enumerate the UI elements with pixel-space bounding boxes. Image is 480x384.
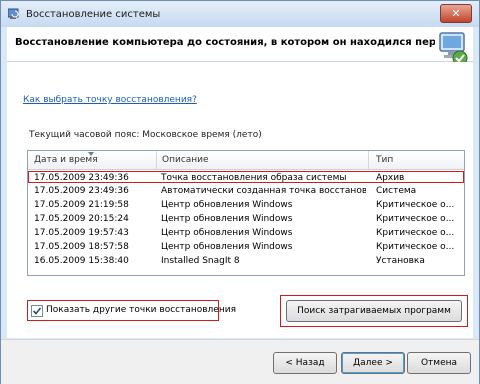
- cell-description: Центр обновления Windows: [161, 200, 293, 210]
- cell-date: 17.05.2009 18:57:58: [34, 242, 129, 252]
- table-row[interactable]: 17.05.2009 18:57:58 Центр обновления Win…: [28, 241, 464, 253]
- column-divider: [368, 151, 369, 169]
- footer-bar: < Назад Далее > Отмена: [1, 339, 479, 384]
- show-more-highlight: Показать другие точки восстановления: [27, 300, 236, 321]
- timezone-label: Текущий часовой пояс: Московское время (…: [29, 130, 262, 140]
- system-restore-icon: [8, 8, 19, 19]
- cell-date: 17.05.2009 21:19:58: [34, 200, 129, 210]
- cell-type: Критическое о...: [376, 200, 455, 210]
- table-row[interactable]: 17.05.2009 21:19:58 Центр обновления Win…: [28, 199, 464, 211]
- checkmark-icon: [32, 307, 42, 315]
- cell-type: Критическое о...: [376, 214, 455, 224]
- table-row-selected[interactable]: 17.05.2009 23:49:36 Точка восстановления…: [28, 171, 464, 183]
- sort-arrow-icon: [88, 152, 94, 156]
- cell-type: Система: [376, 186, 417, 196]
- cell-type: Архив: [376, 173, 405, 183]
- cell-date: 17.05.2009 20:15:24: [34, 214, 129, 224]
- cell-description: Центр обновления Windows: [161, 214, 293, 224]
- cell-date: 17.05.2009 23:49:36: [34, 186, 129, 196]
- column-header-type[interactable]: Тип: [376, 155, 393, 165]
- scan-affected-programs-button[interactable]: Поиск затрагиваемых программ: [286, 300, 462, 322]
- cell-date: 17.05.2009 19:57:43: [34, 228, 129, 238]
- column-header-description[interactable]: Описание: [162, 155, 209, 165]
- restore-points-table: Дата и время Описание Тип 17.05.2009 23:…: [27, 150, 465, 276]
- cell-type: Критическое о...: [376, 242, 455, 252]
- show-more-label[interactable]: Показать другие точки восстановления: [46, 305, 236, 315]
- cell-description: Точка восстановления образа системы: [161, 173, 347, 183]
- cancel-button[interactable]: Отмена: [407, 352, 471, 374]
- cell-type: Критическое о...: [376, 228, 455, 238]
- cell-date: 16.05.2009 15:38:40: [34, 256, 129, 266]
- window-title: Восстановление системы: [26, 9, 161, 20]
- header-instruction: Восстановление компьютера до состояния, …: [15, 37, 435, 48]
- cell-description: Installed SnagIt 8: [161, 256, 240, 266]
- table-header: Дата и время Описание Тип: [28, 151, 464, 170]
- cell-description: Центр обновления Windows: [161, 228, 293, 238]
- system-restore-window: Восстановление системы ✕ Восстановление …: [0, 0, 480, 384]
- cell-description: Автоматически созданная точка восстановл…: [161, 186, 366, 196]
- column-header-date[interactable]: Дата и время: [34, 155, 98, 165]
- next-button[interactable]: Далее >: [341, 352, 405, 374]
- table-row[interactable]: 17.05.2009 19:57:43 Центр обновления Win…: [28, 227, 464, 239]
- table-row[interactable]: 17.05.2009 23:49:36 Автоматически создан…: [28, 185, 464, 197]
- cell-description: Центр обновления Windows: [161, 242, 293, 252]
- cell-date: 17.05.2009 23:49:36: [34, 173, 129, 183]
- header-band: Восстановление компьютера до состояния, …: [7, 27, 473, 66]
- column-divider: [156, 151, 157, 169]
- table-row[interactable]: 17.05.2009 20:15:24 Центр обновления Win…: [28, 213, 464, 225]
- close-button[interactable]: ✕: [440, 4, 472, 23]
- table-row[interactable]: 16.05.2009 15:38:40 Installed SnagIt 8 У…: [28, 255, 464, 267]
- show-more-checkbox[interactable]: [31, 305, 43, 317]
- cell-type: Установка: [376, 256, 425, 266]
- scan-highlight: Поиск затрагиваемых программ: [280, 295, 468, 327]
- title-bar: Восстановление системы ✕: [1, 1, 479, 27]
- back-button[interactable]: < Назад: [273, 352, 337, 374]
- how-to-choose-link[interactable]: Как выбрать точку восстановления?: [23, 95, 197, 105]
